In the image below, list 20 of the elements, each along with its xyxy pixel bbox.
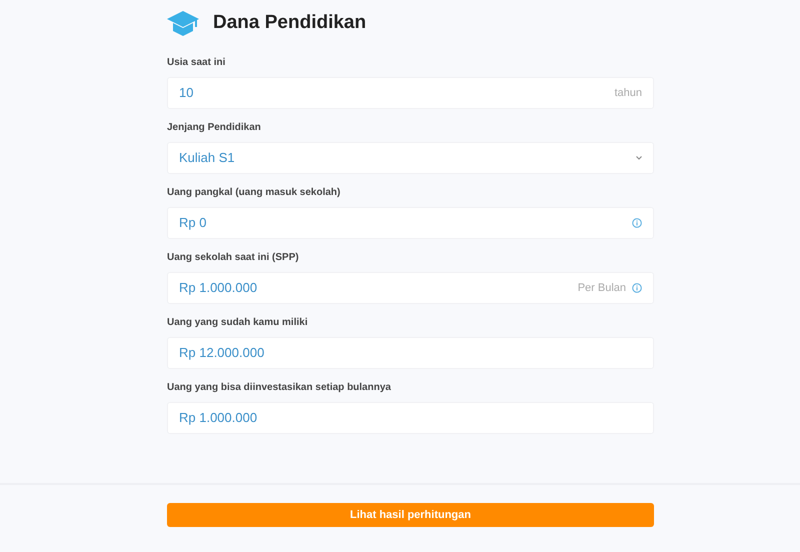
input-field[interactable]: Rp 1.000.000 Per Bulan (167, 272, 654, 304)
chevron-down-icon (636, 156, 642, 160)
field-label: Usia saat ini (167, 56, 226, 70)
unit-label: Per Bulan (578, 280, 626, 296)
input-field[interactable]: 10 tahun (167, 77, 654, 109)
field-label: Uang yang bisa diinvestasikan setiap bulannya (167, 381, 392, 395)
info-icon[interactable] (632, 283, 642, 293)
field-label: Uang pangkal (uang masuk sekolah) (167, 186, 342, 200)
submit-button[interactable]: Lihat hasil perhitungan (167, 503, 654, 528)
info-icon[interactable] (632, 218, 642, 228)
graduation-cap-icon (167, 10, 199, 36)
unit-label: tahun (614, 86, 642, 101)
field-label: Jenjang Pendidikan (167, 121, 262, 135)
field-label: Uang yang sudah kamu miliki (167, 316, 309, 330)
input-field[interactable]: Rp 1.000.000 (167, 402, 654, 434)
field-label: Uang sekolah saat ini (SPP) (167, 251, 300, 265)
select-field[interactable]: Kuliah S1 (167, 142, 654, 174)
input-field[interactable]: Rp 12.000.000 (167, 337, 654, 369)
input-field[interactable]: Rp 0 (167, 207, 654, 239)
page-title: Dana Pendidikan (213, 10, 366, 35)
